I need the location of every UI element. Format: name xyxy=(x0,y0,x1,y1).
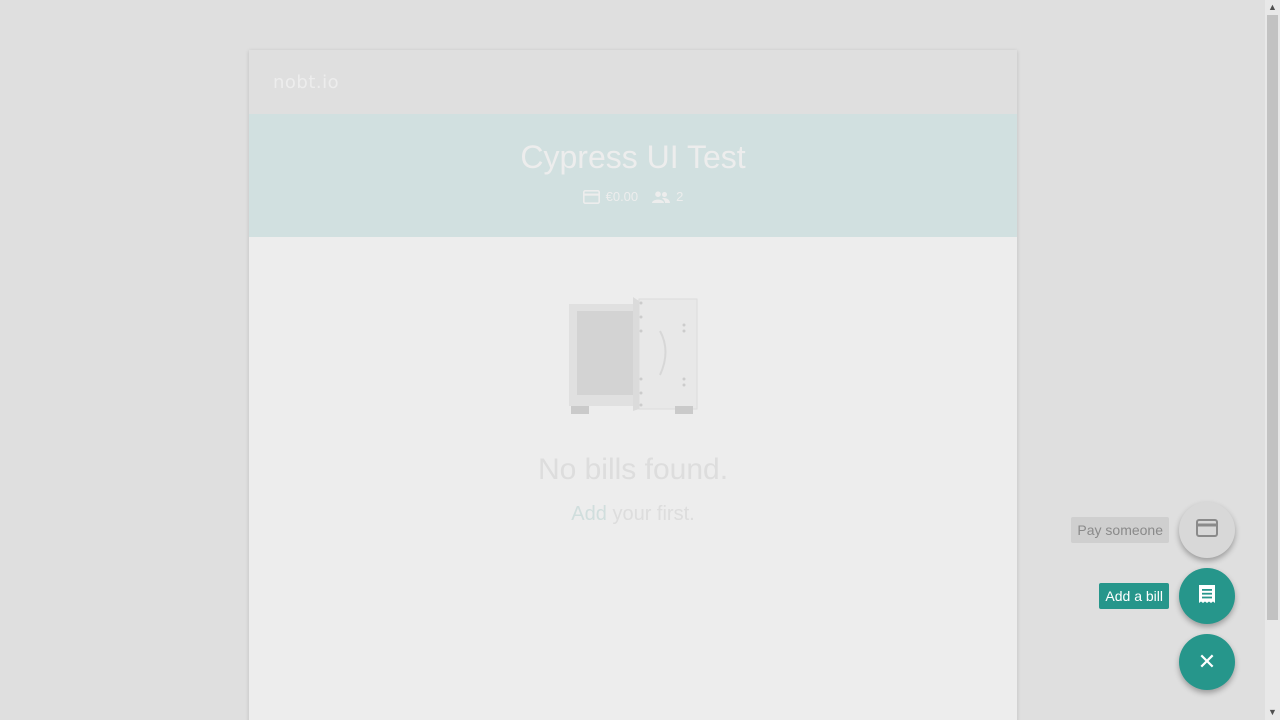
pay-someone-button[interactable] xyxy=(1179,502,1235,558)
add-bill-button[interactable] xyxy=(1179,568,1235,624)
close-menu-button[interactable]: ✕ xyxy=(1179,634,1235,690)
pay-someone-label[interactable]: Pay someone xyxy=(1071,517,1169,543)
scroll-up-arrow-icon[interactable]: ▲ xyxy=(1265,0,1280,15)
close-icon: ✕ xyxy=(1197,649,1217,674)
scrollbar-thumb[interactable] xyxy=(1267,15,1278,620)
modal-backdrop[interactable] xyxy=(0,0,1280,720)
scrollbar[interactable]: ▲ ▼ xyxy=(1265,0,1280,720)
credit-card-icon xyxy=(1196,518,1218,542)
add-bill-label[interactable]: Add a bill xyxy=(1099,583,1169,609)
receipt-icon xyxy=(1198,584,1216,609)
scroll-down-arrow-icon[interactable]: ▼ xyxy=(1265,705,1280,720)
